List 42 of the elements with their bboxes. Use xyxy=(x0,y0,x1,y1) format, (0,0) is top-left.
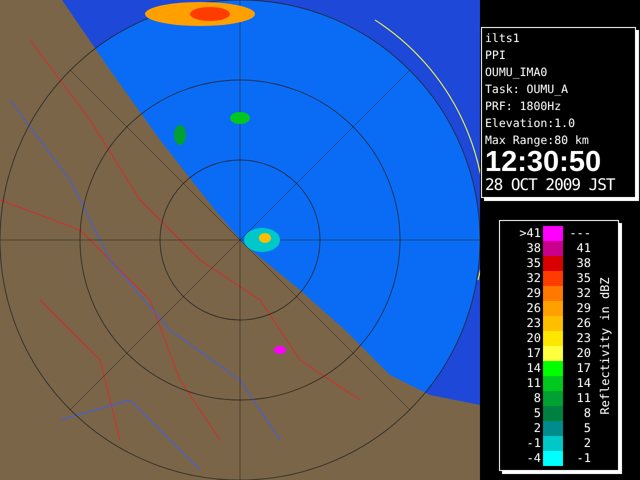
legend-label: 14 xyxy=(526,360,542,376)
legend-label: 11 xyxy=(576,390,591,406)
info-text: Max Range:80 km xyxy=(485,132,590,149)
legend-label: 5 xyxy=(532,406,542,420)
info-text: PPI xyxy=(485,47,507,64)
legend-label: 23 xyxy=(576,330,591,346)
legend-title: Reflectivity in dBZ xyxy=(598,276,612,414)
legend-label: 17 xyxy=(526,346,542,360)
legend-label: 17 xyxy=(576,360,591,376)
legend-label: 29 xyxy=(526,286,542,300)
legend-label: -4 xyxy=(526,450,542,466)
info-text: OUMU_IMA0 xyxy=(485,64,548,81)
legend-label: 35 xyxy=(576,270,591,286)
legend-label: 8 xyxy=(582,406,591,420)
date-text: 28 OCT 2009 JST xyxy=(485,175,614,195)
legend-label: >41 xyxy=(518,226,542,240)
legend-label: 14 xyxy=(576,376,591,390)
legend-label: 5 xyxy=(582,420,591,436)
info-text: ilts1 xyxy=(485,30,521,47)
info-text: PRF: 1800Hz xyxy=(485,98,562,115)
legend-label: 20 xyxy=(526,330,542,346)
legend-label: 11 xyxy=(526,376,542,390)
legend-label: 23 xyxy=(526,316,542,330)
legend-label: 26 xyxy=(526,300,542,316)
legend-label: --- xyxy=(568,226,591,240)
legend-label: -1 xyxy=(576,450,591,466)
info-text: Task: OUMU_A xyxy=(485,81,570,98)
info-text: Elevation:1.0 xyxy=(485,115,576,132)
legend-label: -1 xyxy=(526,436,542,450)
time-text: 12:30:50 xyxy=(485,149,602,175)
legend-label: 32 xyxy=(526,270,542,286)
legend-label: 41 xyxy=(576,240,591,256)
legend-label: 35 xyxy=(526,256,542,270)
legend-label: 38 xyxy=(526,240,542,256)
legend-label: 20 xyxy=(576,346,591,360)
legend-label: 26 xyxy=(576,316,591,330)
legend-label: 8 xyxy=(532,390,542,406)
legend-label: 2 xyxy=(532,420,542,436)
legend-label: 38 xyxy=(576,256,591,270)
legend-label: 29 xyxy=(576,300,591,316)
legend-label: 2 xyxy=(582,436,591,450)
legend-label: 32 xyxy=(576,286,591,300)
